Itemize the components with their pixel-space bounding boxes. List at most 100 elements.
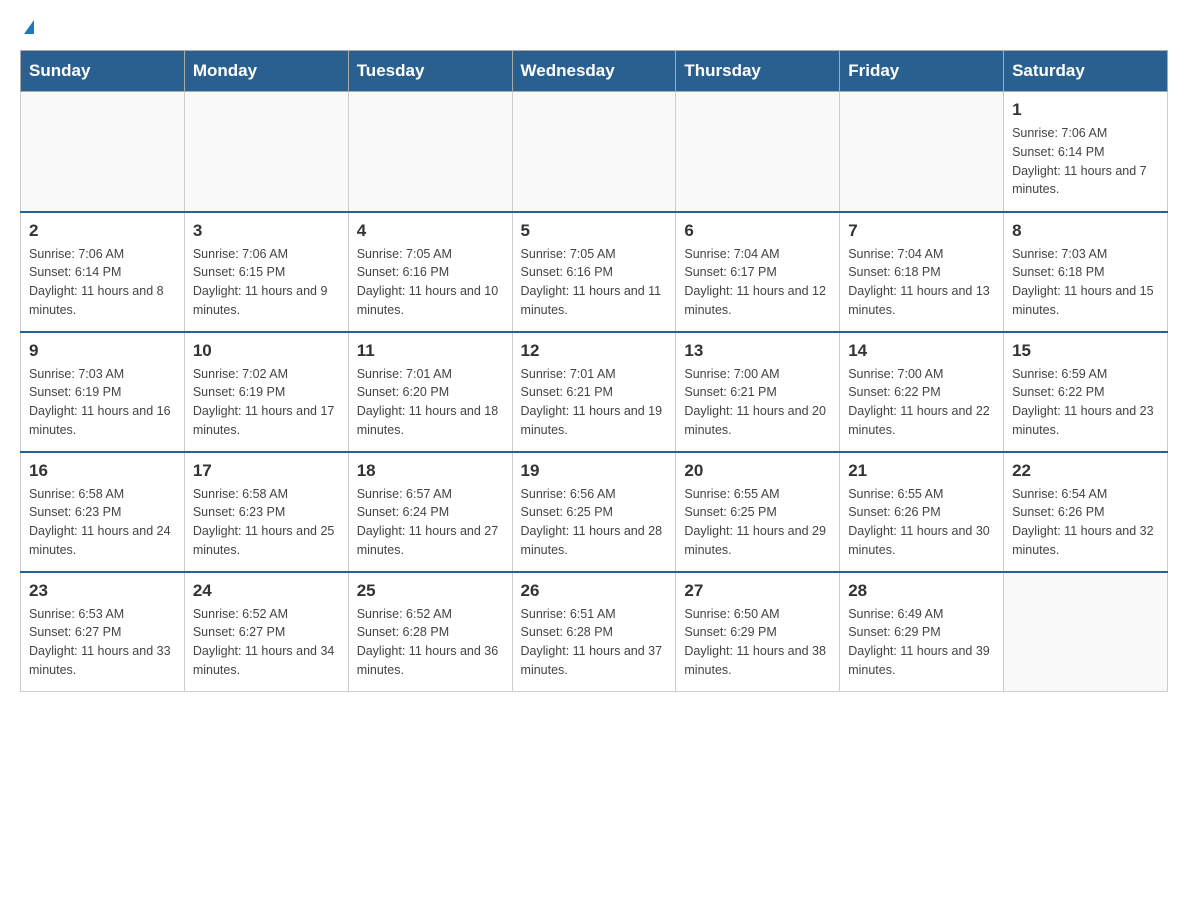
calendar-day-cell: 15 Sunrise: 6:59 AMSunset: 6:22 PMDayligh…	[1004, 332, 1168, 452]
calendar-day-cell: 16 Sunrise: 6:58 AMSunset: 6:23 PMDayligh…	[21, 452, 185, 572]
day-info: Sunrise: 7:00 AMSunset: 6:21 PMDaylight:…	[684, 365, 831, 440]
calendar-day-cell: 19 Sunrise: 6:56 AMSunset: 6:25 PMDayligh…	[512, 452, 676, 572]
calendar-day-cell: 14 Sunrise: 7:00 AMSunset: 6:22 PMDayligh…	[840, 332, 1004, 452]
day-number: 3	[193, 221, 340, 241]
calendar-day-cell: 5 Sunrise: 7:05 AMSunset: 6:16 PMDaylight…	[512, 212, 676, 332]
calendar-day-cell: 25Sunrise: 6:52 AMSunset: 6:28 PMDayligh…	[348, 572, 512, 692]
calendar-day-cell	[1004, 572, 1168, 692]
day-number: 13	[684, 341, 831, 361]
day-info: Sunrise: 6:58 AMSunset: 6:23 PMDaylight:…	[29, 485, 176, 560]
calendar-day-cell: 7 Sunrise: 7:04 AMSunset: 6:18 PMDaylight…	[840, 212, 1004, 332]
day-info: Sunrise: 7:03 AMSunset: 6:19 PMDaylight:…	[29, 365, 176, 440]
day-number: 20	[684, 461, 831, 481]
day-of-week-header: Wednesday	[512, 51, 676, 92]
calendar-day-cell: 12 Sunrise: 7:01 AMSunset: 6:21 PMDayligh…	[512, 332, 676, 452]
day-of-week-header: Friday	[840, 51, 1004, 92]
calendar-day-cell: 23Sunrise: 6:53 AMSunset: 6:27 PMDayligh…	[21, 572, 185, 692]
calendar-day-cell: 26 Sunrise: 6:51 AMSunset: 6:28 PMDayligh…	[512, 572, 676, 692]
calendar-table: SundayMondayTuesdayWednesdayThursdayFrid…	[20, 50, 1168, 692]
day-number: 17	[193, 461, 340, 481]
day-info: Sunrise: 7:03 AMSunset: 6:18 PMDaylight:…	[1012, 245, 1159, 320]
day-info: Sunrise: 7:05 AMSunset: 6:16 PMDaylight:…	[357, 245, 504, 320]
calendar-day-cell: 18 Sunrise: 6:57 AMSunset: 6:24 PMDayligh…	[348, 452, 512, 572]
day-number: 27	[684, 581, 831, 601]
day-number: 24	[193, 581, 340, 601]
day-info: Sunrise: 6:56 AMSunset: 6:25 PMDaylight:…	[521, 485, 668, 560]
day-info: Sunrise: 7:01 AMSunset: 6:20 PMDaylight:…	[357, 365, 504, 440]
day-number: 21	[848, 461, 995, 481]
day-number: 9	[29, 341, 176, 361]
day-info: Sunrise: 6:50 AMSunset: 6:29 PMDaylight:…	[684, 605, 831, 680]
calendar-day-cell: 22 Sunrise: 6:54 AMSunset: 6:26 PMDayligh…	[1004, 452, 1168, 572]
calendar-week-row: 9 Sunrise: 7:03 AMSunset: 6:19 PMDaylight…	[21, 332, 1168, 452]
calendar-day-cell: 20 Sunrise: 6:55 AMSunset: 6:25 PMDayligh…	[676, 452, 840, 572]
day-info: Sunrise: 7:06 AMSunset: 6:14 PMDaylight:…	[29, 245, 176, 320]
day-info: Sunrise: 6:55 AMSunset: 6:26 PMDaylight:…	[848, 485, 995, 560]
calendar-day-cell: 28Sunrise: 6:49 AMSunset: 6:29 PMDayligh…	[840, 572, 1004, 692]
day-info: Sunrise: 7:06 AMSunset: 6:15 PMDaylight:…	[193, 245, 340, 320]
calendar-day-cell	[184, 92, 348, 212]
day-info: Sunrise: 7:04 AMSunset: 6:17 PMDaylight:…	[684, 245, 831, 320]
day-number: 15	[1012, 341, 1159, 361]
calendar-week-row: 23Sunrise: 6:53 AMSunset: 6:27 PMDayligh…	[21, 572, 1168, 692]
day-info: Sunrise: 7:01 AMSunset: 6:21 PMDaylight:…	[521, 365, 668, 440]
calendar-day-cell	[512, 92, 676, 212]
day-info: Sunrise: 6:59 AMSunset: 6:22 PMDaylight:…	[1012, 365, 1159, 440]
day-number: 16	[29, 461, 176, 481]
day-number: 28	[848, 581, 995, 601]
day-number: 12	[521, 341, 668, 361]
day-info: Sunrise: 7:00 AMSunset: 6:22 PMDaylight:…	[848, 365, 995, 440]
day-number: 2	[29, 221, 176, 241]
calendar-day-cell: 6Sunrise: 7:04 AMSunset: 6:17 PMDaylight…	[676, 212, 840, 332]
logo	[20, 20, 34, 34]
day-number: 18	[357, 461, 504, 481]
calendar-day-cell: 13 Sunrise: 7:00 AMSunset: 6:21 PMDayligh…	[676, 332, 840, 452]
calendar-day-cell: 10 Sunrise: 7:02 AMSunset: 6:19 PMDayligh…	[184, 332, 348, 452]
day-number: 22	[1012, 461, 1159, 481]
logo-triangle-icon	[24, 20, 34, 34]
day-number: 10	[193, 341, 340, 361]
day-info: Sunrise: 7:05 AMSunset: 6:16 PMDaylight:…	[521, 245, 668, 320]
calendar-day-cell: 3 Sunrise: 7:06 AMSunset: 6:15 PMDaylight…	[184, 212, 348, 332]
day-info: Sunrise: 7:04 AMSunset: 6:18 PMDaylight:…	[848, 245, 995, 320]
day-info: Sunrise: 6:52 AMSunset: 6:28 PMDaylight:…	[357, 605, 504, 680]
page-header	[20, 20, 1168, 34]
day-info: Sunrise: 7:06 AMSunset: 6:14 PMDaylight:…	[1012, 124, 1159, 199]
calendar-day-cell: 24 Sunrise: 6:52 AMSunset: 6:27 PMDayligh…	[184, 572, 348, 692]
day-number: 26	[521, 581, 668, 601]
calendar-day-cell: 17 Sunrise: 6:58 AMSunset: 6:23 PMDayligh…	[184, 452, 348, 572]
day-info: Sunrise: 7:02 AMSunset: 6:19 PMDaylight:…	[193, 365, 340, 440]
day-number: 7	[848, 221, 995, 241]
calendar-day-cell: 21 Sunrise: 6:55 AMSunset: 6:26 PMDayligh…	[840, 452, 1004, 572]
day-number: 5	[521, 221, 668, 241]
calendar-day-cell: 1 Sunrise: 7:06 AMSunset: 6:14 PMDaylight…	[1004, 92, 1168, 212]
calendar-day-cell	[21, 92, 185, 212]
calendar-day-cell: 8 Sunrise: 7:03 AMSunset: 6:18 PMDaylight…	[1004, 212, 1168, 332]
calendar-day-cell	[348, 92, 512, 212]
day-info: Sunrise: 6:58 AMSunset: 6:23 PMDaylight:…	[193, 485, 340, 560]
calendar-week-row: 16 Sunrise: 6:58 AMSunset: 6:23 PMDayligh…	[21, 452, 1168, 572]
day-info: Sunrise: 6:57 AMSunset: 6:24 PMDaylight:…	[357, 485, 504, 560]
day-number: 1	[1012, 100, 1159, 120]
day-of-week-header: Sunday	[21, 51, 185, 92]
calendar-day-cell: 4 Sunrise: 7:05 AMSunset: 6:16 PMDaylight…	[348, 212, 512, 332]
calendar-day-cell	[676, 92, 840, 212]
day-number: 14	[848, 341, 995, 361]
day-of-week-header: Thursday	[676, 51, 840, 92]
day-of-week-header: Tuesday	[348, 51, 512, 92]
calendar-day-cell: 11 Sunrise: 7:01 AMSunset: 6:20 PMDayligh…	[348, 332, 512, 452]
calendar-week-row: 1 Sunrise: 7:06 AMSunset: 6:14 PMDaylight…	[21, 92, 1168, 212]
day-number: 4	[357, 221, 504, 241]
calendar-day-cell: 2 Sunrise: 7:06 AMSunset: 6:14 PMDaylight…	[21, 212, 185, 332]
day-info: Sunrise: 6:55 AMSunset: 6:25 PMDaylight:…	[684, 485, 831, 560]
day-of-week-header: Saturday	[1004, 51, 1168, 92]
day-of-week-header: Monday	[184, 51, 348, 92]
day-info: Sunrise: 6:51 AMSunset: 6:28 PMDaylight:…	[521, 605, 668, 680]
day-number: 19	[521, 461, 668, 481]
day-number: 8	[1012, 221, 1159, 241]
day-info: Sunrise: 6:52 AMSunset: 6:27 PMDaylight:…	[193, 605, 340, 680]
day-number: 11	[357, 341, 504, 361]
calendar-day-cell	[840, 92, 1004, 212]
day-info: Sunrise: 6:54 AMSunset: 6:26 PMDaylight:…	[1012, 485, 1159, 560]
day-number: 23	[29, 581, 176, 601]
